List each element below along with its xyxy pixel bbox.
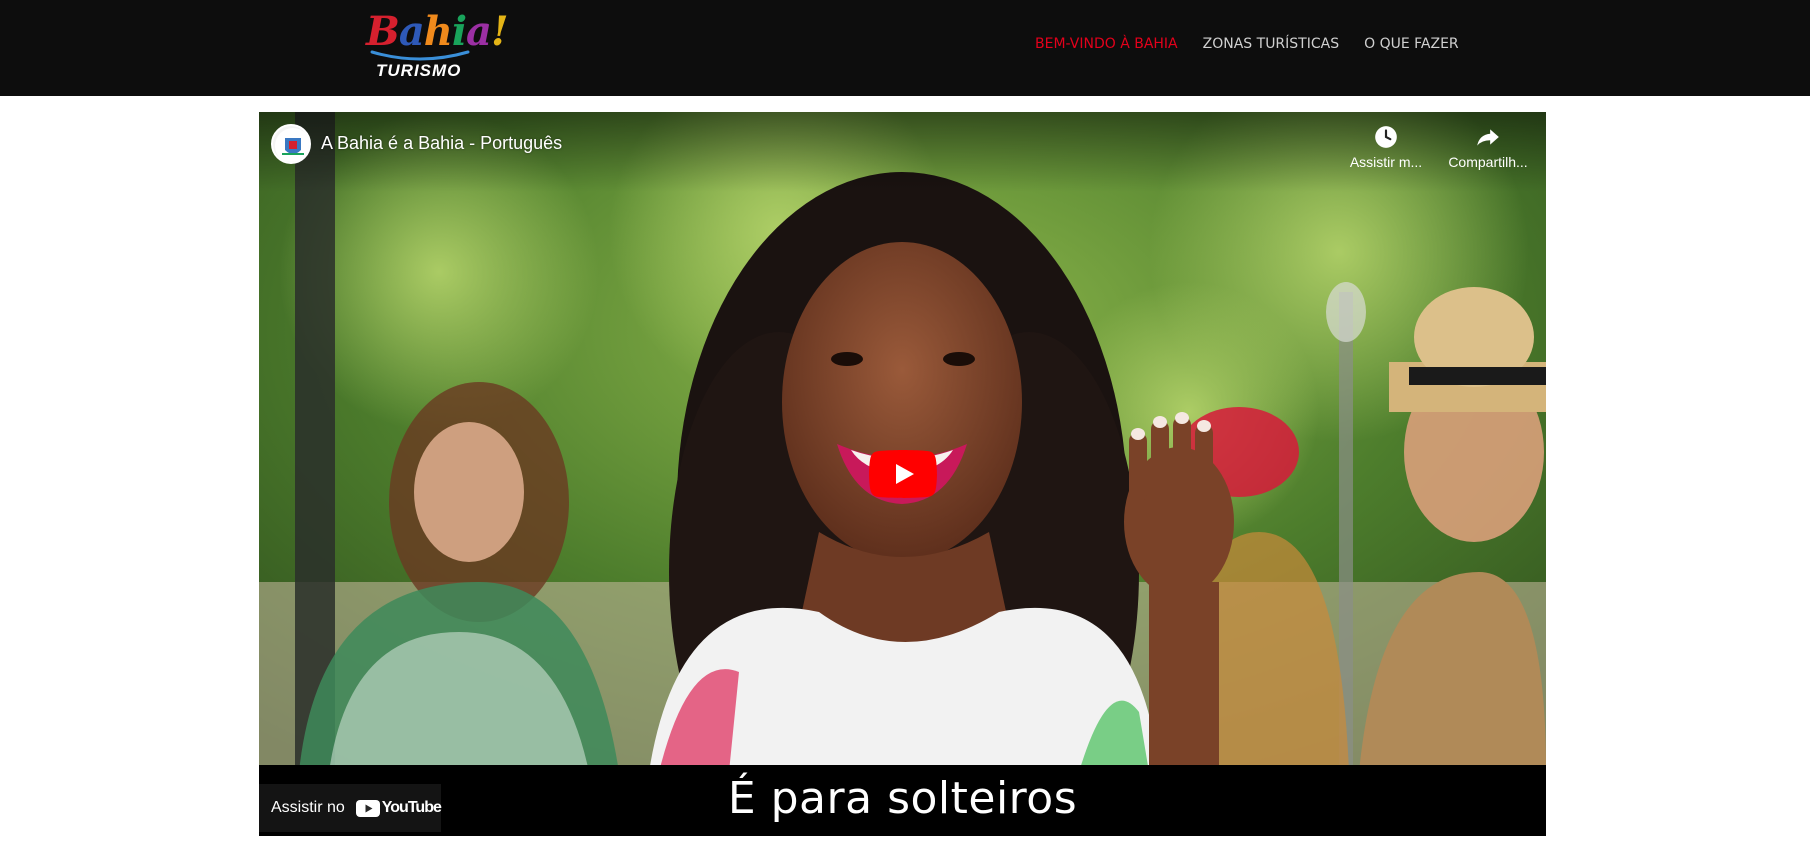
- watch-later-label: Assistir m...: [1349, 154, 1423, 170]
- watch-on-youtube-button[interactable]: Assistir no YouTube: [259, 784, 442, 832]
- watch-on-label: Assistir no: [271, 799, 345, 816]
- youtube-mark-icon: [355, 799, 380, 817]
- logo-letter: !: [490, 8, 509, 55]
- bahia-turismo-logo[interactable]: Bahia! TURISMO: [364, 10, 508, 82]
- main-nav: BEM-VINDO À BAHIA ZONAS TURÍSTICAS O QUE…: [1035, 36, 1459, 52]
- youtube-embed[interactable]: A Bahia é a Bahia - Português Assistir m…: [259, 112, 1546, 836]
- watch-later-button[interactable]: Assistir m...: [1344, 124, 1428, 170]
- logo-subtitle: TURISMO: [376, 61, 462, 80]
- share-label: Compartilh...: [1448, 154, 1528, 170]
- clock-icon: [1375, 126, 1397, 148]
- nav-item-zonas-turisticas[interactable]: ZONAS TURÍSTICAS: [1203, 36, 1339, 52]
- youtube-play-icon[interactable]: [869, 450, 937, 498]
- video-caption: É para solteiros: [727, 773, 1078, 824]
- share-arrow-icon: [1477, 129, 1499, 146]
- nav-item-bem-vindo[interactable]: BEM-VINDO À BAHIA: [1035, 36, 1178, 52]
- youtube-logo: YouTube: [355, 799, 442, 817]
- youtube-wordmark: YouTube: [381, 799, 442, 816]
- site-header: Bahia! TURISMO BEM-VINDO À BAHIA ZONAS T…: [0, 0, 1810, 96]
- nav-item-o-que-fazer[interactable]: O QUE FAZER: [1364, 36, 1459, 52]
- share-button[interactable]: Compartilh...: [1446, 124, 1530, 170]
- video-title[interactable]: A Bahia é a Bahia - Português: [321, 133, 562, 154]
- channel-avatar[interactable]: [271, 124, 311, 164]
